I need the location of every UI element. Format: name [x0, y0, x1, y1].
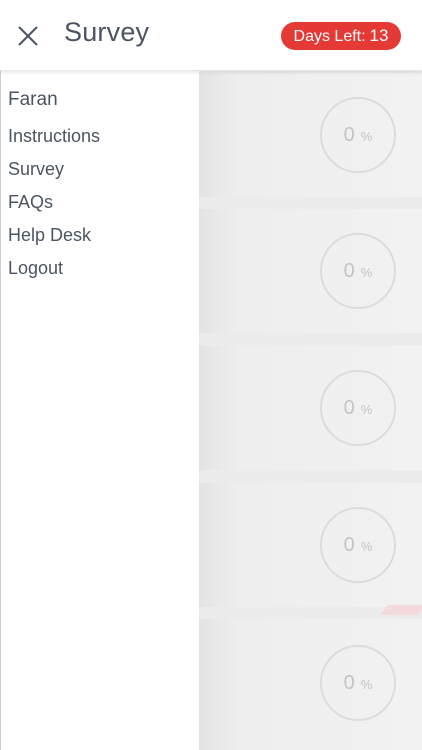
progress-ring: 0%	[320, 370, 396, 446]
progress-value: 0	[343, 260, 355, 282]
days-left-label: Days Left:	[293, 28, 366, 45]
progress-unit: %	[360, 539, 373, 554]
progress-unit: %	[360, 129, 373, 144]
app-header: Survey Days Left: 13	[0, 0, 422, 71]
progress-ring: 0%	[320, 97, 396, 173]
progress-card[interactable]: 0%	[198, 346, 422, 470]
progress-ring: 0%	[320, 507, 396, 583]
progress-card[interactable]: 0%	[198, 209, 422, 333]
decorative-stripe	[379, 605, 422, 615]
progress-unit: %	[360, 265, 373, 280]
days-left-badge: Days Left: 13	[281, 22, 401, 50]
survey-progress-list: 0% 0% 0% 0% 0%	[198, 71, 422, 750]
progress-value: 0	[343, 397, 355, 419]
menu-item-survey[interactable]: Survey	[8, 156, 100, 189]
menu-item-instructions[interactable]: Instructions	[8, 123, 100, 156]
user-name: Faran	[8, 89, 58, 110]
menu-item-faqs[interactable]: FAQs	[8, 189, 100, 222]
page-title: Survey	[64, 17, 150, 47]
progress-unit: %	[360, 677, 373, 692]
navigation-drawer: Faran Instructions Survey FAQs Help Desk…	[0, 71, 199, 750]
progress-value: 0	[343, 534, 355, 556]
close-button[interactable]	[14, 22, 42, 50]
close-icon	[18, 26, 38, 46]
drawer-menu: Instructions Survey FAQs Help Desk Logou…	[8, 123, 100, 288]
progress-value: 0	[343, 124, 355, 146]
progress-card[interactable]: 0%	[198, 73, 422, 197]
progress-unit: %	[360, 402, 373, 417]
days-left-value: 13	[369, 26, 389, 45]
progress-card[interactable]: 0%	[198, 483, 422, 607]
progress-ring: 0%	[320, 233, 396, 309]
menu-item-logout[interactable]: Logout	[8, 255, 100, 288]
menu-item-help-desk[interactable]: Help Desk	[8, 222, 100, 255]
progress-ring: 0%	[320, 645, 396, 721]
progress-card[interactable]: 0%	[198, 619, 422, 750]
progress-value: 0	[343, 672, 355, 694]
